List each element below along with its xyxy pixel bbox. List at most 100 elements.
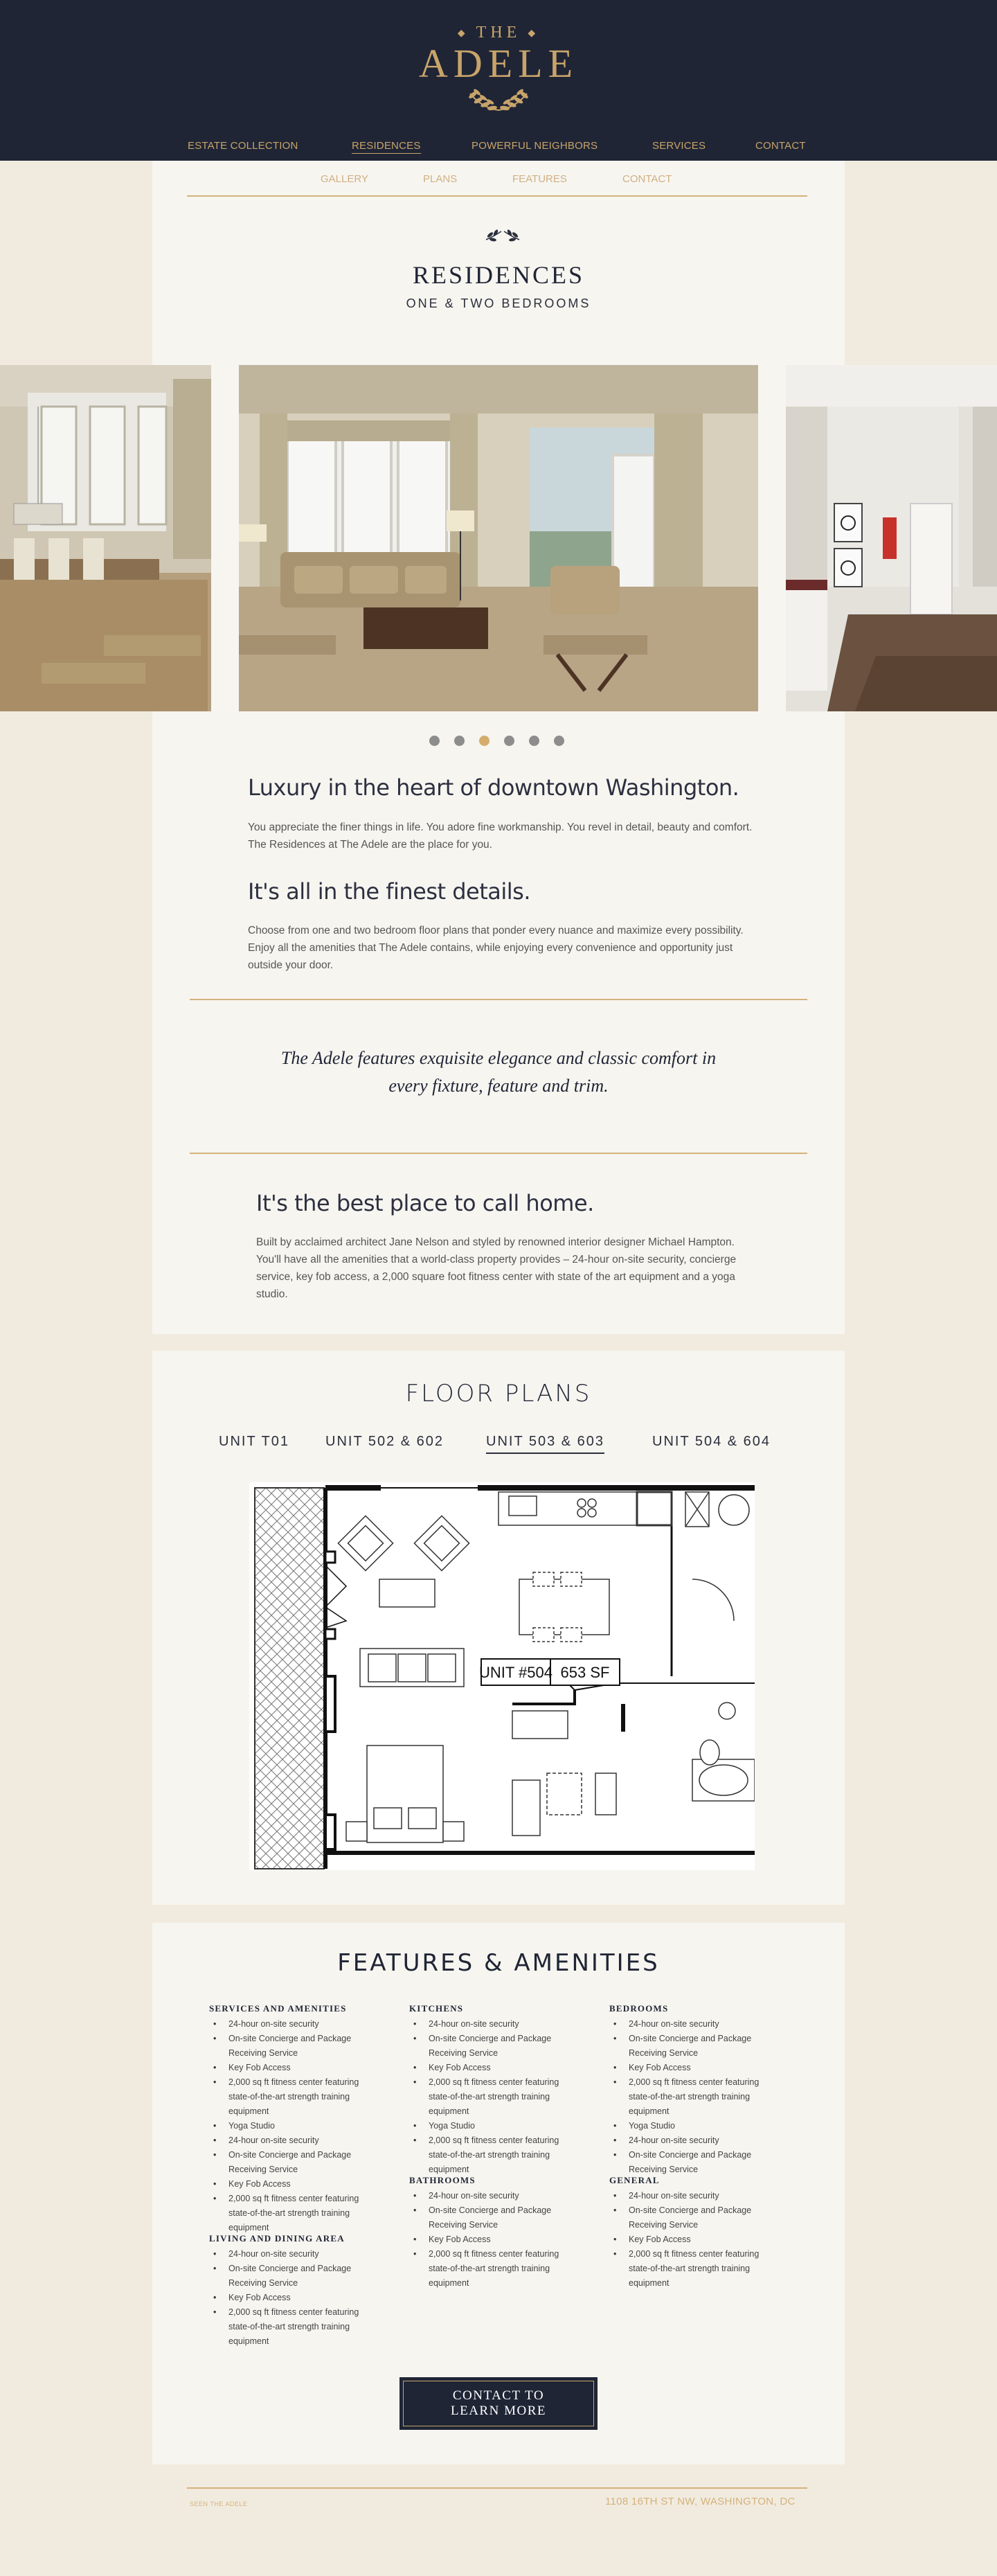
list-item: On-site Concierge and Package Receiving … [209, 2148, 370, 2177]
list-item: 24-hour on-site security [209, 2133, 370, 2148]
list-item: 24-hour on-site security [209, 2017, 370, 2032]
list-item: Key Fob Access [609, 2061, 770, 2075]
logo-the: THE [476, 24, 521, 42]
list-item: On-site Concierge and Package Receiving … [209, 2032, 370, 2061]
list-item: On-site Concierge and Package Receiving … [609, 2032, 770, 2061]
list-item: 2,000 sq ft fitness center featuring sta… [409, 2075, 570, 2119]
nav-powerful-neighbors[interactable]: POWERFUL NEIGHBORS [471, 140, 598, 152]
list-item: Key Fob Access [409, 2061, 570, 2075]
carousel-dot-6[interactable] [554, 736, 564, 746]
intro-paragraph-3: Built by acclaimed architect Jane Nelson… [256, 1236, 737, 1300]
category-general-list: 24-hour on-site security On-site Concier… [609, 2189, 770, 2291]
laurel-icon [469, 89, 528, 111]
intro-paragraph-1: You appreciate the finer things in life.… [248, 821, 753, 851]
category-bathrooms-title: BATHROOMS [409, 2175, 476, 2185]
quote-line-1: The Adele features exquisite elegance an… [280, 1048, 717, 1068]
floor-plan-svg: UNIT #504 653 SF [254, 1485, 755, 1869]
carousel-slide-dining[interactable] [0, 365, 211, 711]
quote-top-divider [190, 999, 807, 1000]
intro-heading-3: It's the best place to call home. [256, 1190, 594, 1216]
carousel-dot-2[interactable] [454, 736, 465, 746]
tab-unit-503-603[interactable]: UNIT 503 & 603 [486, 1434, 605, 1454]
intro-paragraph-2: Choose from one and two bedroom floor pl… [248, 925, 744, 971]
subnav-contact[interactable]: CONTACT [622, 173, 672, 185]
site-header: ◆ THE ◆ ADELE ESTATE COLLECTION RESIDENC… [0, 0, 997, 161]
list-item: On-site Concierge and Package Receiving … [409, 2032, 570, 2061]
category-living-title: LIVING AND DINING AREA [209, 2233, 345, 2244]
quote-bottom-divider [190, 1153, 807, 1154]
carousel-pagination [429, 736, 568, 747]
category-kitchens-title: KITCHENS [409, 2003, 464, 2014]
nav-contact[interactable]: CONTACT [755, 140, 806, 152]
list-item: 2,000 sq ft fitness center featuring sta… [409, 2247, 570, 2291]
list-item: Key Fob Access [609, 2232, 770, 2247]
tab-unit-t01[interactable]: UNIT T01 [219, 1434, 289, 1453]
nav-estate-collection[interactable]: ESTATE COLLECTION [188, 140, 298, 152]
intro-heading-2: It's all in the finest details. [248, 878, 531, 905]
intro-heading-1: Luxury in the heart of downtown Washingt… [248, 774, 739, 801]
carousel-dot-1[interactable] [429, 736, 440, 746]
carousel-slide-hallway[interactable] [786, 365, 997, 711]
sub-nav: GALLERY PLANS FEATURES CONTACT [152, 173, 845, 190]
list-item: 2,000 sq ft fitness center featuring sta… [209, 2305, 370, 2349]
list-item: 2,000 sq ft fitness center featuring sta… [609, 2075, 770, 2119]
cta-line-1: CONTACT TO [452, 2388, 545, 2403]
logo-name: ADELE [418, 41, 579, 86]
footer-address: 1108 16TH ST NW, WASHINGTON, DC [605, 2496, 796, 2507]
carousel-dot-5[interactable] [529, 736, 539, 746]
list-item: 24-hour on-site security [209, 2247, 370, 2262]
footer-divider [187, 2487, 807, 2489]
footer-small-text[interactable]: SEEN THE ADELE [190, 2501, 247, 2507]
list-item: Key Fob Access [209, 2291, 370, 2305]
list-item: On-site Concierge and Package Receiving … [609, 2203, 770, 2232]
tab-unit-502-602[interactable]: UNIT 502 & 602 [325, 1434, 444, 1453]
list-item: 24-hour on-site security [609, 2189, 770, 2203]
list-item: 24-hour on-site security [409, 2017, 570, 2032]
list-item: Key Fob Access [409, 2232, 570, 2247]
contact-learn-more-button[interactable]: CONTACT TO LEARN MORE [399, 2377, 598, 2430]
category-bathrooms-list: 24-hour on-site security On-site Concier… [409, 2189, 570, 2291]
subnav-gallery[interactable]: GALLERY [321, 173, 368, 185]
residences-title: RESIDENCES [412, 261, 585, 289]
living-room-image [239, 365, 758, 711]
dining-room-image [0, 365, 211, 711]
carousel-dot-4[interactable] [504, 736, 514, 746]
carousel-dot-3[interactable] [479, 736, 489, 746]
subnav-plans[interactable]: PLANS [423, 173, 457, 185]
list-item: 24-hour on-site security [609, 2017, 770, 2032]
list-item: Yoga Studio [409, 2119, 570, 2133]
features-title: FEATURES & AMENITIES [337, 1949, 660, 1977]
list-item: 2,000 sq ft fitness center featuring sta… [209, 2075, 370, 2119]
logo[interactable]: ◆ THE ◆ ADELE [0, 24, 997, 113]
tab-unit-504-604[interactable]: UNIT 504 & 604 [652, 1434, 771, 1453]
hallway-image [786, 365, 997, 711]
category-bedrooms-list: 24-hour on-site security On-site Concier… [609, 2017, 770, 2177]
category-bedrooms-title: BEDROOMS [609, 2003, 669, 2014]
sprig-ornament-icon [485, 229, 520, 242]
list-item: Key Fob Access [209, 2061, 370, 2075]
subnav-divider [187, 195, 807, 197]
residences-panel: GALLERY PLANS FEATURES CONTACT RESIDENCE… [152, 161, 845, 1334]
floor-plan-drawing: UNIT #504 653 SF [249, 1482, 755, 1870]
category-general-title: GENERAL [609, 2175, 660, 2185]
list-item: Key Fob Access [209, 2177, 370, 2192]
nav-residences[interactable]: RESIDENCES [352, 140, 421, 154]
residences-carousel[interactable] [0, 365, 997, 711]
cta-line-2: LEARN MORE [451, 2404, 546, 2418]
list-item: 2,000 sq ft fitness center featuring sta… [409, 2133, 570, 2177]
category-services-title: SERVICES AND AMENITIES [209, 2003, 347, 2014]
subnav-features[interactable]: FEATURES [512, 173, 567, 185]
nav-services[interactable]: SERVICES [652, 140, 706, 152]
list-item: 2,000 sq ft fitness center featuring sta… [609, 2247, 770, 2291]
quote-line-2: every fixture, feature and trim. [388, 1076, 609, 1096]
features-panel: FEATURES & AMENITIES SERVICES AND AMENIT… [152, 1923, 845, 2464]
category-kitchens-list: 24-hour on-site security On-site Concier… [409, 2017, 570, 2177]
main-nav: ESTATE COLLECTION RESIDENCES POWERFUL NE… [0, 140, 997, 155]
plan-unit-label: UNIT #504 [479, 1664, 553, 1681]
category-living-list: 24-hour on-site security On-site Concier… [209, 2247, 370, 2349]
plan-area-label: 653 SF [561, 1664, 610, 1681]
list-item: Yoga Studio [209, 2119, 370, 2133]
carousel-slide-living[interactable] [239, 365, 758, 711]
list-item: On-site Concierge and Package Receiving … [609, 2148, 770, 2177]
floor-plans-title: FLOOR PLANS [405, 1380, 592, 1407]
